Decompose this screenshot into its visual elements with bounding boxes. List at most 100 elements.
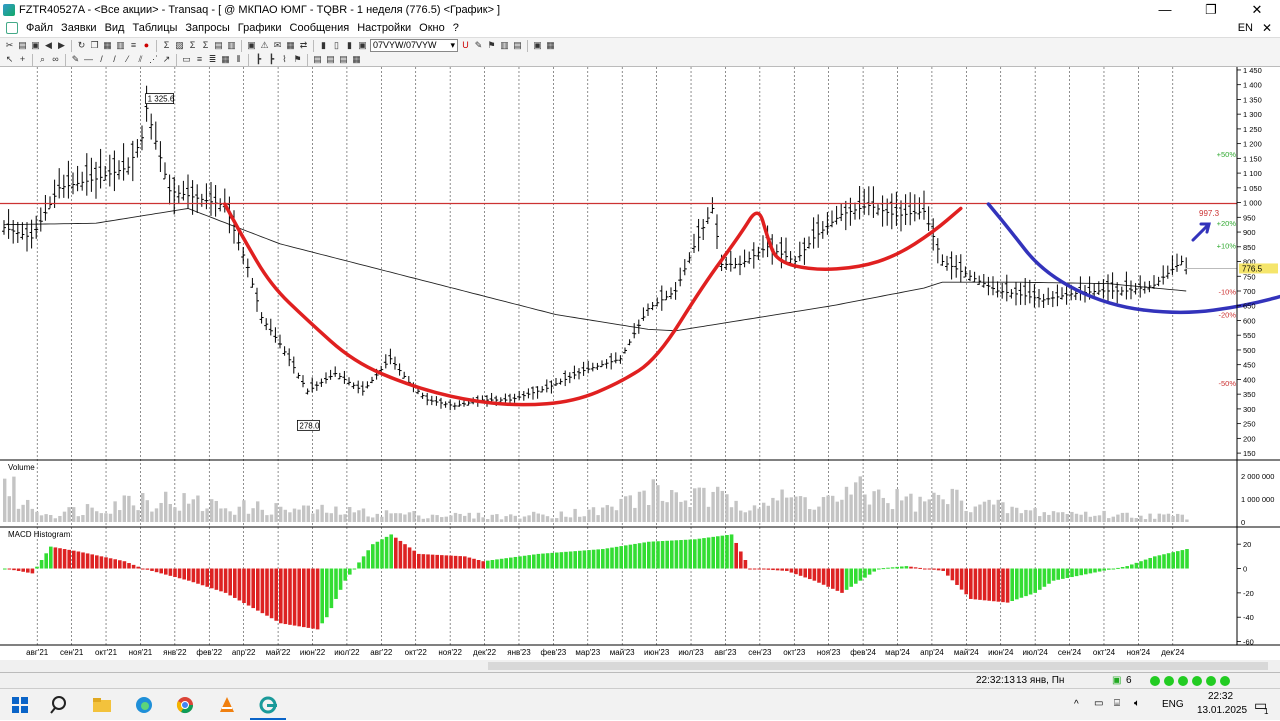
menu-requests[interactable]: Запросы bbox=[181, 19, 233, 37]
crosshair-icon[interactable]: + bbox=[17, 54, 28, 65]
vlc-player-icon[interactable] bbox=[217, 695, 237, 715]
language-indicator[interactable]: EN bbox=[1238, 19, 1253, 37]
sheet-icon[interactable]: ▤ bbox=[213, 40, 224, 51]
open-icon[interactable]: ▤ bbox=[17, 40, 28, 51]
menu-settings[interactable]: Настройки bbox=[353, 19, 415, 37]
minimize-icon[interactable]: — bbox=[1142, 0, 1188, 19]
zoom-icon[interactable]: ⌕ bbox=[37, 54, 48, 65]
table-icon[interactable]: ▥ bbox=[115, 40, 126, 51]
msg-icon[interactable]: ✉ bbox=[272, 40, 283, 51]
chart3-icon[interactable]: ▮ bbox=[344, 40, 355, 51]
taskbar-clock-time[interactable]: 22:32 bbox=[1208, 691, 1233, 702]
grid-icon[interactable]: ▦ bbox=[102, 40, 113, 51]
pencil-icon[interactable]: ✎ bbox=[70, 54, 81, 65]
line-icon[interactable]: / bbox=[96, 54, 107, 65]
levels-icon[interactable]: ≡ bbox=[194, 54, 205, 65]
menu-file[interactable]: Файл bbox=[22, 19, 57, 37]
volume-icon[interactable]: 🔈︎ bbox=[1134, 698, 1140, 709]
status-indicator-icon bbox=[1178, 676, 1188, 686]
search-icon[interactable] bbox=[50, 695, 70, 715]
bars-icon[interactable]: ▥ bbox=[499, 40, 510, 51]
line-chart-icon[interactable]: ⌇ bbox=[279, 54, 290, 65]
menu-help[interactable]: ? bbox=[449, 19, 463, 37]
restore-icon[interactable]: ❐ bbox=[1188, 0, 1234, 19]
save-icon[interactable]: ▣ bbox=[30, 40, 41, 51]
tools3-icon[interactable]: ▤ bbox=[338, 54, 349, 65]
tools-icon[interactable]: ▤ bbox=[312, 54, 323, 65]
fib-icon[interactable]: ⋰ bbox=[148, 54, 159, 65]
macd-bar bbox=[780, 568, 784, 571]
menu-tables[interactable]: Таблицы bbox=[128, 19, 181, 37]
channel-icon[interactable]: ⫽ bbox=[135, 54, 146, 65]
portfolio-icon[interactable]: ▦ bbox=[285, 40, 296, 51]
alert-icon[interactable]: ⚠ bbox=[259, 40, 270, 51]
chrome-browser-icon[interactable] bbox=[175, 695, 195, 715]
taskbar-language[interactable]: ENG bbox=[1162, 699, 1184, 710]
cut-icon[interactable]: ✂ bbox=[4, 40, 15, 51]
cycle-icon[interactable]: ⦀ bbox=[233, 54, 244, 65]
menu-messages[interactable]: Сообщения bbox=[286, 19, 354, 37]
levels2-icon[interactable]: ≣ bbox=[207, 54, 218, 65]
doc2-icon[interactable]: ▦ bbox=[545, 40, 556, 51]
hline-icon[interactable]: — bbox=[83, 54, 94, 65]
list-icon[interactable]: ≡ bbox=[128, 40, 139, 51]
macd-bar bbox=[325, 568, 329, 618]
arrow-icon[interactable]: ↗ bbox=[161, 54, 172, 65]
chart-icon[interactable]: ▮ bbox=[318, 40, 329, 51]
stop-icon[interactable]: ● bbox=[141, 40, 152, 51]
macd-bar bbox=[785, 568, 789, 571]
flag-icon[interactable]: ⚑ bbox=[292, 54, 303, 65]
chart2-icon[interactable]: ▯ bbox=[331, 40, 342, 51]
network-icon[interactable]: ⌸ bbox=[1114, 698, 1120, 709]
doc-icon[interactable]: ▣ bbox=[532, 40, 543, 51]
windows-start-icon[interactable] bbox=[10, 695, 30, 715]
mdi-window-icon[interactable] bbox=[6, 22, 18, 34]
volume-bar bbox=[729, 507, 734, 522]
trend-icon[interactable]: ⁄ bbox=[122, 54, 133, 65]
taskbar-clock-date[interactable]: 13.01.2025 bbox=[1197, 705, 1247, 716]
month-label: ноя'21 bbox=[129, 648, 153, 657]
copy-icon[interactable]: ❐ bbox=[89, 40, 100, 51]
forward-icon[interactable]: ▶ bbox=[56, 40, 67, 51]
tray-expand-icon[interactable]: ^ bbox=[1074, 699, 1079, 710]
cube-icon[interactable]: ▨ bbox=[174, 40, 185, 51]
close-icon[interactable]: ✕ bbox=[1234, 0, 1280, 19]
file-explorer-icon[interactable] bbox=[92, 695, 112, 715]
timeframe-select[interactable]: 07VYW/07VYW bbox=[370, 39, 458, 52]
transaq-app-icon[interactable] bbox=[258, 695, 278, 715]
tools4-icon[interactable]: ▦ bbox=[351, 54, 362, 65]
sum-icon[interactable]: Σ bbox=[161, 40, 172, 51]
news-icon[interactable]: ▣ bbox=[246, 40, 257, 51]
chart-area[interactable]: 1 325.6 278.0 997.3 1 450 1 400 1 350 1 300… bbox=[0, 67, 1280, 672]
battery-icon[interactable]: ▭ bbox=[1094, 698, 1103, 709]
panel-icon[interactable]: ▤ bbox=[512, 40, 523, 51]
ray-icon[interactable]: / bbox=[109, 54, 120, 65]
pen-icon[interactable]: ✎ bbox=[473, 40, 484, 51]
sum3-icon[interactable]: Σ bbox=[200, 40, 211, 51]
hand-icon[interactable]: ∞ bbox=[50, 54, 61, 65]
menu-orders[interactable]: Заявки bbox=[57, 19, 101, 37]
chart4-icon[interactable]: ▣ bbox=[357, 40, 368, 51]
grid-levels-icon[interactable]: ▦ bbox=[220, 54, 231, 65]
mdi-close-icon[interactable]: ✕ bbox=[1262, 19, 1272, 37]
macd-bar bbox=[886, 567, 890, 569]
menu-view[interactable]: Вид bbox=[101, 19, 129, 37]
sheet2-icon[interactable]: ▥ bbox=[226, 40, 237, 51]
pointer-icon[interactable]: ↖ bbox=[4, 54, 15, 65]
bar-icon[interactable]: ┣ bbox=[266, 54, 277, 65]
magnet-icon[interactable]: U bbox=[460, 40, 471, 51]
indicator-icon[interactable]: ⚑ bbox=[486, 40, 497, 51]
sum2-icon[interactable]: Σ bbox=[187, 40, 198, 51]
back-icon[interactable]: ◀ bbox=[43, 40, 54, 51]
volume-bar bbox=[251, 508, 255, 522]
tools2-icon[interactable]: ▤ bbox=[325, 54, 336, 65]
menu-window[interactable]: Окно bbox=[415, 19, 449, 37]
candle-icon[interactable]: ┣ bbox=[253, 54, 264, 65]
rect-icon[interactable]: ▭ bbox=[181, 54, 192, 65]
scrollbar-thumb[interactable] bbox=[488, 662, 1268, 670]
edge-browser-icon[interactable] bbox=[134, 695, 154, 715]
trades-icon[interactable]: ⇄ bbox=[298, 40, 309, 51]
refresh-icon[interactable]: ↻ bbox=[76, 40, 87, 51]
month-label: мар'23 bbox=[575, 648, 600, 657]
menu-charts[interactable]: Графики bbox=[234, 19, 286, 37]
